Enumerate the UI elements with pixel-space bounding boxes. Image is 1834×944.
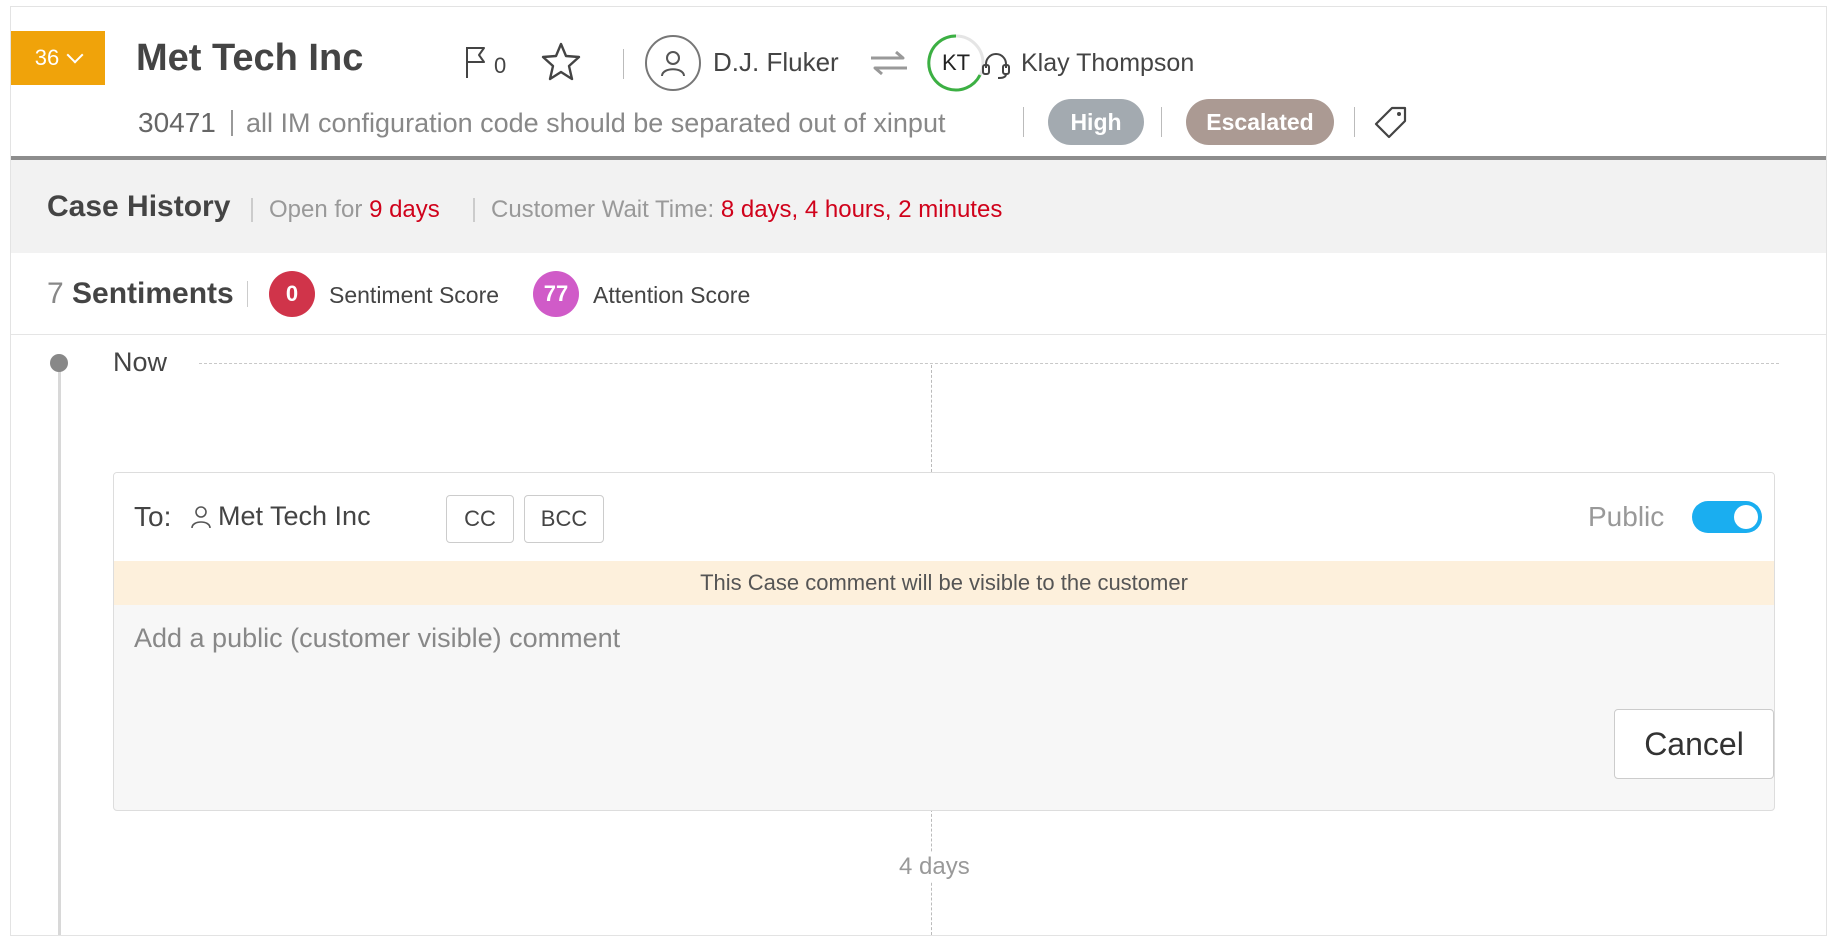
sentiment-score-label: Sentiment Score [329,282,500,308]
flag-count: 0 [494,53,507,78]
flag-button[interactable]: 0 [464,45,506,79]
flag-icon [466,47,485,78]
cancel-button[interactable]: Cancel [1614,709,1774,779]
attention-score-label: Attention Score [593,282,751,308]
divider [1161,107,1162,137]
sentiment-count-value: 7 [47,277,64,310]
customer-wait-time: Customer Wait Time: 8 days, 4 hours, 2 m… [491,196,1002,224]
timeline-connector [931,365,932,472]
priority-badge[interactable]: High [1048,99,1144,145]
headset-icon [982,53,1010,79]
divider [1023,107,1024,137]
recipient-chip[interactable]: Met Tech Inc [190,501,371,532]
timeline-now-divider [199,363,1779,364]
comment-composer: To: Met Tech Inc CC BCC Public This Case… [113,472,1775,811]
visibility-notice: This Case comment will be visible to the… [114,561,1774,605]
status-badge[interactable]: Escalated [1186,99,1334,145]
divider [231,110,233,136]
case-history-title: Case History [47,190,231,223]
sentiments-bar: 7 Sentiments 0 Sentiment Score 77 Attent… [11,253,1826,335]
case-header: 36 Met Tech Inc 0 D.J. Fluker KT Klay Th… [11,7,1826,157]
case-subject[interactable]: all IM configuration code should be sepa… [246,108,945,139]
wait-time-value: 8 days, 4 hours, 2 minutes [720,196,1003,223]
tag-icon[interactable] [1374,105,1408,139]
timeline-gap-label: 4 days [895,853,974,881]
to-label: To: [134,501,172,532]
case-panel: 36 Met Tech Inc 0 D.J. Fluker KT Klay Th… [10,6,1827,936]
recipient-name: Met Tech Inc [218,501,371,531]
timeline-now-dot [50,354,68,372]
sentiment-count-label: Sentiments [72,277,234,310]
agent-initials: KT [941,50,971,75]
divider [473,198,475,222]
timeline-now-label: Now [113,347,168,377]
sentiment-count[interactable]: 7 Sentiments [47,277,234,311]
open-for-value: 9 days [369,196,440,223]
attention-score-badge: 77 [533,271,579,317]
comment-input[interactable] [134,623,1634,654]
agent-avatar[interactable]: KT [926,33,986,93]
wait-time-label: Customer Wait Time: [491,196,715,223]
toggle-knob [1734,505,1758,529]
public-label: Public [1588,501,1665,532]
person-icon [191,505,211,528]
chevron-down-icon [66,46,84,64]
divider [247,281,248,307]
timeline-line [58,367,61,935]
divider [1354,107,1355,137]
divider [623,49,624,79]
user-icon [661,51,685,77]
sentiment-score-badge: 0 [269,271,315,317]
star-icon[interactable] [541,41,581,81]
case-number: 30471 [138,107,216,138]
open-for: Open for 9 days [269,196,440,224]
swap-icon[interactable] [869,49,909,77]
composer-recipient-row: To: Met Tech Inc CC BCC Public [114,473,1774,561]
owner-avatar[interactable] [645,35,701,91]
public-toggle[interactable] [1692,501,1762,533]
case-history-bar: Case History Open for 9 days Customer Wa… [11,160,1826,253]
bcc-button[interactable]: BCC [524,495,604,543]
account-name[interactable]: Met Tech Inc [136,37,363,80]
agent-name[interactable]: Klay Thompson [1021,49,1194,78]
case-count: 36 [34,45,60,70]
owner-name[interactable]: D.J. Fluker [713,47,839,78]
open-for-label: Open for [269,196,363,223]
case-count-dropdown[interactable]: 36 [11,31,105,85]
cc-button[interactable]: CC [446,495,514,543]
divider [251,198,253,222]
